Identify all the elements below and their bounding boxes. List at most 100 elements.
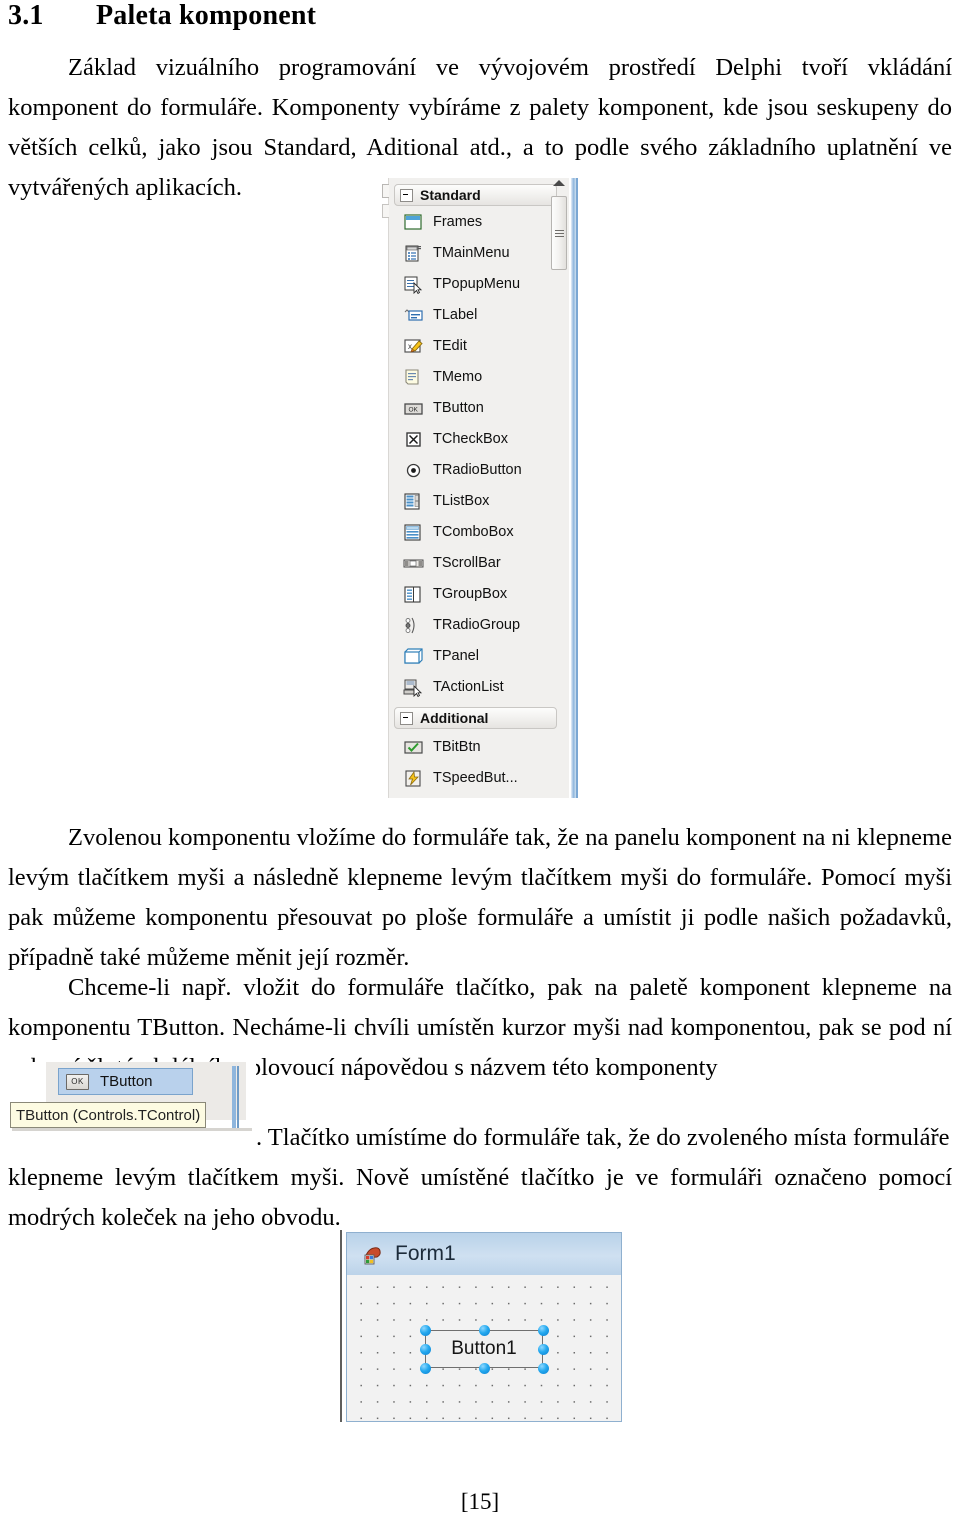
radiogroup-icon: [403, 616, 424, 635]
palette-item-label: TActionList: [433, 678, 504, 695]
bitbtn-icon: [403, 738, 424, 757]
palette-item-tbutton[interactable]: OK TButton: [394, 396, 562, 420]
form-title-label: Form1: [395, 1242, 456, 1265]
listbox-icon: [403, 492, 424, 511]
palette-item-tgroupbox[interactable]: TGroupBox: [394, 582, 562, 606]
collapse-minus-icon[interactable]: [400, 711, 413, 725]
palette-item-label: TScrollBar: [433, 554, 501, 571]
palette-item-label: TLabel: [433, 306, 478, 323]
button-icon: OK: [66, 1073, 89, 1090]
paragraph-4-text-start: . Tlačítko umístíme do formuláře tak, že…: [256, 1124, 950, 1151]
palette-item-tspeedbutton[interactable]: TSpeedBut...: [394, 766, 562, 790]
checkbox-icon: [403, 430, 424, 449]
palette-item-label: TBitBtn: [433, 738, 481, 755]
palette-item-tcheckbox[interactable]: TCheckBox: [394, 427, 562, 451]
svg-text:x: x: [408, 342, 412, 351]
paragraph-4-rest: klepneme levým tlačítkem myši. Nově umís…: [8, 1158, 952, 1238]
edit-icon: x: [403, 337, 424, 356]
selection-handle-top-right[interactable]: [537, 1324, 549, 1336]
palette-item-label: TButton: [100, 1073, 153, 1090]
button-icon: OK: [403, 399, 424, 418]
selection-handle-top-center[interactable]: [478, 1324, 490, 1336]
paragraph-2: Zvolenou komponentu vložíme do formuláře…: [8, 818, 952, 978]
form-title-bar: Form1: [347, 1233, 621, 1275]
selection-handle-middle-left[interactable]: [419, 1343, 431, 1355]
tooltip-shot-shadow: [12, 1128, 252, 1131]
palette-item-label: TRadioButton: [433, 461, 522, 478]
tooltip-shot-blue-strip: [232, 1066, 236, 1130]
palette-item-tmemo[interactable]: TMemo: [394, 365, 562, 389]
palette-item-label: TSpeedBut...: [433, 769, 518, 786]
scrollbar-icon: [403, 554, 424, 573]
palette-item-label: TCheckBox: [433, 430, 508, 447]
palette-group-standard-label: Standard: [420, 187, 481, 203]
palette-item-tbitbtn[interactable]: TBitBtn: [394, 735, 562, 759]
palette-background: [388, 178, 569, 798]
palette-item-label: TMainMenu: [433, 244, 510, 261]
palette-group-standard[interactable]: Standard: [394, 184, 557, 206]
speedbutton-icon: [403, 769, 424, 788]
palette-item-tcombobox[interactable]: TComboBox: [394, 520, 562, 544]
palette-item-tscrollbar[interactable]: TScrollBar: [394, 551, 562, 575]
scroll-up-arrow-icon[interactable]: [553, 180, 565, 186]
selection-handle-bottom-left[interactable]: [419, 1362, 431, 1374]
actionlist-icon: [403, 678, 424, 697]
palette-item-tedit[interactable]: x TEdit: [394, 334, 562, 358]
palette-group-additional-label: Additional: [420, 710, 489, 726]
palette-item-label: Frames: [433, 213, 483, 230]
palette-item-tactionlist[interactable]: TActionList: [394, 675, 562, 699]
tooltip-shot-blue-strip-dark: [237, 1066, 239, 1130]
selection-handle-top-left[interactable]: [419, 1324, 431, 1336]
paragraph-4-text-rest: klepneme levým tlačítkem myši. Nově umís…: [8, 1164, 952, 1231]
palette-group-additional[interactable]: Additional: [394, 707, 557, 729]
heading-number: 3.1: [8, 0, 44, 31]
palette-item-label: TButton: [433, 399, 484, 416]
palette-item-tradiogroup[interactable]: TRadioGroup: [394, 613, 562, 637]
palette-item-tlabel[interactable]: TLabel: [394, 303, 562, 327]
collapse-minus-icon[interactable]: [400, 188, 413, 202]
palette-item-label: TListBox: [433, 492, 490, 509]
palette-item-tlistbox[interactable]: TListBox: [394, 489, 562, 513]
palette-item-label: TPopupMenu: [433, 275, 521, 292]
palette-item-frames[interactable]: Frames: [394, 210, 562, 234]
selection-handle-middle-right[interactable]: [537, 1343, 549, 1355]
palette-left-fragment-bottom: [382, 204, 389, 218]
memo-icon: [403, 368, 424, 387]
mainmenu-icon: [403, 244, 424, 263]
panel-icon: [403, 647, 424, 666]
palette-item-label: TRadioGroup: [433, 616, 521, 633]
document-page: 3.1 Paleta komponent Základ vizuálního pr…: [0, 0, 960, 1523]
palette-item-tpopupmenu[interactable]: TPopupMenu: [394, 272, 562, 296]
selection-handle-bottom-right[interactable]: [537, 1362, 549, 1374]
palette-right-blue-strip-dark: [576, 178, 578, 798]
form-window: Form1 Button1: [346, 1232, 622, 1422]
palette-item-label: TComboBox: [433, 523, 514, 540]
component-palette-screenshot: Standard Frames TMainMenu TPopupMenu TLa…: [380, 178, 582, 798]
delphi-form-icon: [361, 1242, 385, 1266]
combobox-icon: [403, 523, 424, 542]
page-heading: 3.1 Paleta komponent: [8, 0, 316, 32]
selection-handle-bottom-center[interactable]: [478, 1362, 490, 1374]
form-designer-screenshot: Form1 Button1: [340, 1230, 626, 1422]
radiobutton-icon: [403, 461, 424, 480]
svg-text:OK: OK: [409, 406, 419, 413]
groupbox-icon: [403, 585, 424, 604]
palette-item-label: TMemo: [433, 368, 483, 385]
paragraph-4-first-line: . Tlačítko umístíme do formuláře tak, že…: [256, 1118, 952, 1158]
palette-item-tbutton-selected[interactable]: OK TButton: [58, 1068, 193, 1095]
palette-item-label: TGroupBox: [433, 585, 508, 602]
form-button1-label: Button1: [451, 1338, 517, 1359]
palette-item-label: TPanel: [433, 647, 479, 664]
form-design-canvas[interactable]: Button1: [347, 1275, 621, 1421]
palette-item-tmainmenu[interactable]: TMainMenu: [394, 241, 562, 265]
hint-tooltip: TButton (Controls.TControl): [10, 1102, 207, 1128]
paragraph-2-text: Zvolenou komponentu vložíme do formuláře…: [8, 824, 952, 971]
heading-title: Paleta komponent: [96, 0, 317, 31]
palette-item-label: TEdit: [433, 337, 467, 354]
tbutton-tooltip-screenshot: OK TButton TButton (Controls.TControl): [8, 1062, 256, 1138]
frames-icon: [403, 213, 424, 232]
popupmenu-icon: [403, 275, 424, 294]
palette-item-tradiobutton[interactable]: TRadioButton: [394, 458, 562, 482]
label-icon: [403, 306, 424, 325]
palette-item-tpanel[interactable]: TPanel: [394, 644, 562, 668]
